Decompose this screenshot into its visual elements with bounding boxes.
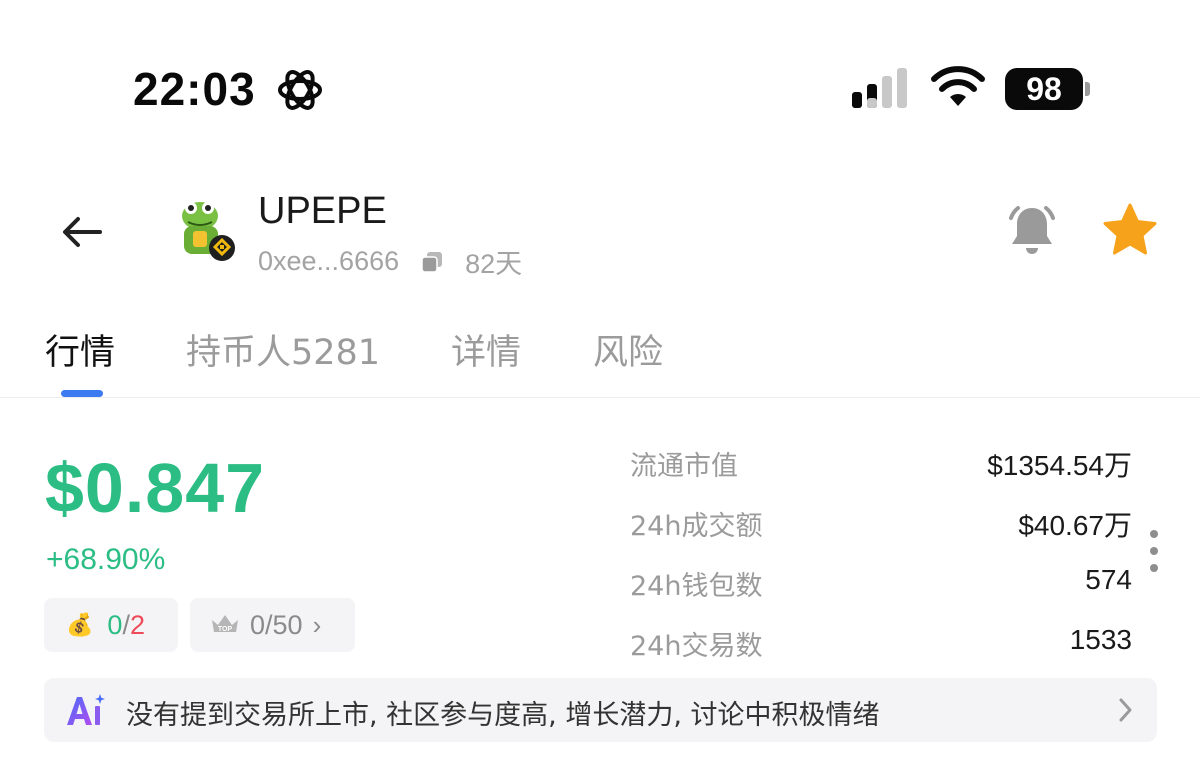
wifi-icon xyxy=(931,66,985,106)
signal-icon xyxy=(852,68,907,108)
battery-icon: 98 xyxy=(1005,68,1091,110)
smart-money-total: 2 xyxy=(129,609,145,640)
tab-market[interactable]: 行情 xyxy=(45,324,115,375)
chevron-right-icon: › xyxy=(312,609,322,640)
ai-summary-text: 没有提到交易所上市, 社区参与度高, 增长潜力, 讨论中积极情绪 xyxy=(126,700,880,731)
token-logo-icon xyxy=(182,202,235,261)
token-price: $0.847 xyxy=(45,449,266,527)
token-address: 0xee...6666 xyxy=(258,246,400,276)
stat-value-market-cap: $1354.54万 xyxy=(987,450,1132,481)
star-icon[interactable] xyxy=(1101,202,1159,258)
money-bag-icon: 💰 xyxy=(66,612,94,637)
stat-value-wallets: 574 xyxy=(1085,564,1132,595)
bell-icon[interactable] xyxy=(1004,202,1060,258)
tab-holders[interactable]: 持币人5281 xyxy=(186,324,380,375)
chevron-right-icon xyxy=(1119,698,1132,722)
ai-summary-banner[interactable]: 没有提到交易所上市, 社区参与度高, 增长潜力, 讨论中积极情绪 xyxy=(44,678,1157,742)
stat-label-wallets: 24h钱包数 xyxy=(630,571,763,602)
token-age: 82天 xyxy=(465,249,523,279)
back-arrow-icon[interactable] xyxy=(56,205,110,259)
status-time: 22:03 xyxy=(133,63,256,115)
copy-icon[interactable] xyxy=(421,251,443,273)
tab-risk[interactable]: 风险 xyxy=(593,324,663,375)
token-meta: 0xee...6666 82天 xyxy=(258,242,522,281)
price-change: +68.90% xyxy=(46,543,166,576)
token-name: UPEPE xyxy=(258,190,387,232)
top-holders-value: 0/50 xyxy=(250,609,303,640)
smart-money-chip[interactable]: 💰 0/2 xyxy=(44,598,178,652)
smart-money-current: 0 xyxy=(107,609,123,640)
status-bar: 22:03 98 xyxy=(0,0,1200,150)
tab-bar: 行情 持币人5281 详情 风险 xyxy=(0,318,1200,398)
more-options-icon[interactable] xyxy=(1147,530,1161,574)
battery-level: 98 xyxy=(1005,68,1083,110)
smart-money-separator: / xyxy=(122,609,130,640)
stat-value-trades: 1533 xyxy=(1069,624,1132,655)
tab-details[interactable]: 详情 xyxy=(451,324,521,375)
battery-tip xyxy=(1085,82,1090,96)
top-holders-chip[interactable]: TOP 0/50 › xyxy=(190,598,355,652)
active-tab-indicator xyxy=(61,390,103,397)
crown-top-icon: TOP xyxy=(212,615,238,633)
svg-text:TOP: TOP xyxy=(218,626,233,633)
stat-label-volume: 24h成交额 xyxy=(630,511,763,542)
stat-label-market-cap: 流通市值 xyxy=(630,451,738,482)
stat-label-trades: 24h交易数 xyxy=(630,631,763,662)
stat-value-volume: $40.67万 xyxy=(1018,510,1132,541)
ai-icon xyxy=(67,694,105,725)
atom-icon xyxy=(278,70,322,110)
